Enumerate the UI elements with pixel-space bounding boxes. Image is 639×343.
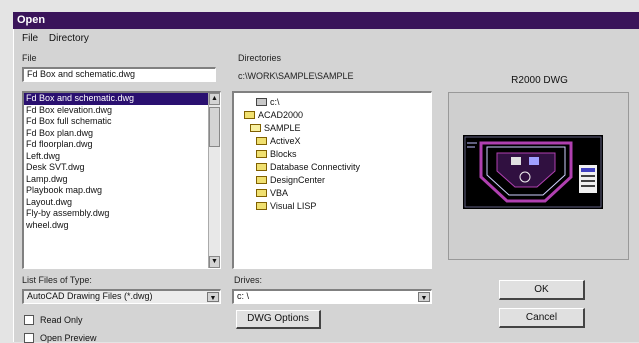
scroll-thumb[interactable] xyxy=(209,107,220,147)
folder-icon xyxy=(256,137,267,145)
directory-item[interactable]: DesignCenter xyxy=(238,174,427,187)
file-list-item[interactable]: Fd Box elevation.dwg xyxy=(24,105,220,117)
directory-item-label: DesignCenter xyxy=(270,175,326,185)
file-list-item[interactable]: Playbook map.dwg xyxy=(24,185,220,197)
directory-item[interactable]: ActiveX xyxy=(238,135,427,148)
folder-icon xyxy=(256,163,267,171)
file-type-label: List Files of Type: xyxy=(22,275,92,285)
directory-item[interactable]: Database Connectivity xyxy=(238,161,427,174)
directories-path: c:\WORK\SAMPLE\SAMPLE xyxy=(238,71,354,81)
file-list-items: Fd Box and schematic.dwg Fd Box elevation… xyxy=(24,93,220,231)
directory-item[interactable]: Visual LISP xyxy=(238,200,427,213)
file-type-select[interactable]: AutoCAD Drawing Files (*.dwg) ▼ xyxy=(22,289,221,304)
directory-item[interactable]: SAMPLE xyxy=(238,122,427,135)
file-name-input[interactable]: Fd Box and schematic.dwg xyxy=(22,67,216,82)
directory-tree[interactable]: c:\ ACAD2000 SAMPLE ActiveX Blocks Database C… xyxy=(232,91,432,269)
file-list-item[interactable]: Left.dwg xyxy=(24,151,220,163)
directory-tree-items: c:\ ACAD2000 SAMPLE ActiveX Blocks Database C… xyxy=(238,96,427,213)
file-name-label: File xyxy=(22,53,37,63)
preview-label: R2000 DWG xyxy=(511,75,568,86)
title-bar: Open xyxy=(13,12,639,29)
read-only-checkbox[interactable]: Read Only xyxy=(24,315,83,325)
drives-value: c: \ xyxy=(237,291,250,301)
folder-icon xyxy=(244,111,255,119)
directory-item[interactable]: c:\ xyxy=(238,96,427,109)
scroll-up-icon[interactable]: ▲ xyxy=(209,93,220,105)
file-list-item[interactable]: Fd Box plan.dwg xyxy=(24,128,220,140)
directory-item-label: ACAD2000 xyxy=(258,110,304,120)
directory-item-label: SAMPLE xyxy=(264,123,301,133)
file-list-item[interactable]: Fly-by assembly.dwg xyxy=(24,208,220,220)
folder-open-icon xyxy=(250,124,261,132)
directory-item-label: Visual LISP xyxy=(270,201,317,211)
file-type-value: AutoCAD Drawing Files (*.dwg) xyxy=(27,291,153,301)
directory-item[interactable]: VBA xyxy=(238,187,427,200)
file-list-item[interactable]: Fd Box and schematic.dwg xyxy=(24,93,220,105)
directories-label: Directories xyxy=(238,53,282,63)
folder-icon xyxy=(256,176,267,184)
file-list-item[interactable]: wheel.dwg xyxy=(24,220,220,232)
drives-select[interactable]: c: \ ▼ xyxy=(232,289,432,304)
chevron-down-icon[interactable]: ▼ xyxy=(207,292,219,302)
file-list-item[interactable]: Lamp.dwg xyxy=(24,174,220,186)
menu-file[interactable]: File xyxy=(22,33,38,44)
directory-item-label: c:\ xyxy=(270,97,280,107)
read-only-label: Read Only xyxy=(40,315,83,325)
preview-panel: R2000 DWG xyxy=(448,75,629,260)
file-name-value: Fd Box and schematic.dwg xyxy=(27,69,136,79)
file-list-scrollbar[interactable]: ▲ ▼ xyxy=(208,93,220,268)
cancel-button[interactable]: Cancel xyxy=(499,308,585,328)
menu-directory[interactable]: Directory xyxy=(49,33,89,44)
menu-bar: File Directory xyxy=(22,33,97,44)
ok-button[interactable]: OK xyxy=(499,280,585,300)
window-title: Open xyxy=(17,14,46,26)
directory-item[interactable]: ACAD2000 xyxy=(238,109,427,122)
folder-icon xyxy=(256,189,267,197)
drive-icon xyxy=(256,98,267,106)
directory-item-label: Database Connectivity xyxy=(270,162,361,172)
read-only-box[interactable] xyxy=(24,315,34,325)
file-list-item[interactable]: Desk SVT.dwg xyxy=(24,162,220,174)
file-list-item[interactable]: Fd floorplan.dwg xyxy=(24,139,220,151)
scroll-down-icon[interactable]: ▼ xyxy=(209,256,220,268)
folder-icon xyxy=(256,202,267,210)
open-dialog: File Directory File Fd Box and schematic… xyxy=(13,29,639,343)
file-list-item[interactable]: Fd Box full schematic xyxy=(24,116,220,128)
directory-item-label: VBA xyxy=(270,188,289,198)
file-list[interactable]: Fd Box and schematic.dwg Fd Box elevation… xyxy=(22,91,221,269)
directory-item-label: ActiveX xyxy=(270,136,301,146)
chevron-down-icon[interactable]: ▼ xyxy=(418,292,430,302)
folder-icon xyxy=(256,150,267,158)
directory-item-label: Blocks xyxy=(270,149,297,159)
drawing-preview xyxy=(463,135,603,209)
directory-item[interactable]: Blocks xyxy=(238,148,427,161)
file-list-item[interactable]: Layout.dwg xyxy=(24,197,220,209)
drives-label: Drives: xyxy=(234,275,263,285)
dwg-options-button[interactable]: DWG Options xyxy=(236,310,321,329)
